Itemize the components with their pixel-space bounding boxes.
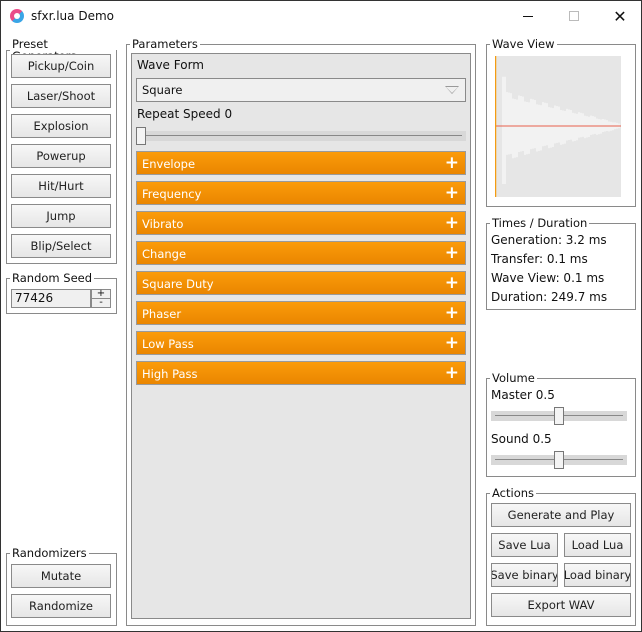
preset-laser-shoot-button[interactable]: Laser/Shoot: [11, 84, 111, 108]
wave-view-canvas: [495, 56, 621, 197]
chevron-down-icon: [445, 86, 459, 94]
preset-explosion-button[interactable]: Explosion: [11, 114, 111, 138]
parameters-legend: Parameters: [132, 37, 198, 51]
save-binary-button[interactable]: Save binary: [491, 563, 558, 587]
maximize-button[interactable]: [551, 1, 597, 31]
export-wav-button[interactable]: Export WAV: [491, 593, 631, 617]
expand-plus-icon: +: [444, 183, 459, 203]
minimize-button[interactable]: [505, 1, 551, 31]
load-binary-button[interactable]: Load binary: [564, 563, 631, 587]
slider-thumb[interactable]: [554, 451, 564, 469]
expand-plus-icon: +: [444, 213, 459, 233]
section-label: High Pass: [142, 367, 198, 381]
random-seed-input[interactable]: 77426: [11, 289, 91, 308]
wave-view-legend: Wave View: [492, 37, 555, 51]
slider-line: [140, 135, 462, 136]
times-legend: Times / Duration: [492, 216, 588, 230]
section-label: Frequency: [142, 187, 202, 201]
expand-plus-icon: +: [444, 333, 459, 353]
duration-time: Duration: 249.7 ms: [491, 290, 608, 304]
repeat-speed-slider[interactable]: [136, 127, 466, 145]
wave-form-value: Square: [142, 83, 183, 97]
section-label: Change: [142, 247, 187, 261]
random-seed-legend: Random Seed: [12, 271, 93, 285]
section-low-pass[interactable]: Low Pass +: [136, 331, 466, 355]
expand-plus-icon: +: [444, 273, 459, 293]
close-button[interactable]: ✕: [597, 1, 642, 31]
sound-volume-label: Sound 0.5: [491, 432, 552, 446]
section-label: Low Pass: [142, 337, 194, 351]
preset-powerup-button[interactable]: Powerup: [11, 144, 111, 168]
preset-blip-select-button[interactable]: Blip/Select: [11, 234, 111, 258]
save-lua-button[interactable]: Save Lua: [491, 533, 558, 557]
maximize-icon: [569, 11, 579, 21]
transfer-time: Transfer: 0.1 ms: [491, 252, 588, 266]
preset-jump-button[interactable]: Jump: [11, 204, 111, 228]
generation-time: Generation: 3.2 ms: [491, 233, 607, 247]
actions-legend: Actions: [492, 486, 535, 500]
master-volume-label: Master 0.5: [491, 388, 555, 402]
repeat-speed-label: Repeat Speed 0: [137, 107, 233, 121]
close-icon: ✕: [613, 6, 627, 26]
seed-decrement-button[interactable]: -: [91, 298, 111, 308]
wave-form-select[interactable]: Square: [136, 78, 466, 102]
window-title: sfxr.lua Demo: [31, 9, 114, 23]
section-label: Envelope: [142, 157, 196, 171]
randomizers-legend: Randomizers: [12, 546, 87, 560]
expand-plus-icon: +: [444, 363, 459, 383]
generate-and-play-button[interactable]: Generate and Play: [491, 503, 631, 527]
load-lua-button[interactable]: Load Lua: [564, 533, 631, 557]
section-vibrato[interactable]: Vibrato +: [136, 211, 466, 235]
app-heart-icon: [10, 9, 24, 23]
sound-volume-slider[interactable]: [491, 451, 627, 469]
randomize-button[interactable]: Randomize: [11, 594, 111, 618]
mutate-button[interactable]: Mutate: [11, 564, 111, 588]
section-envelope[interactable]: Envelope +: [136, 151, 466, 175]
volume-legend: Volume: [492, 371, 535, 385]
section-label: Vibrato: [142, 217, 184, 231]
section-frequency[interactable]: Frequency +: [136, 181, 466, 205]
minimize-icon: [523, 15, 533, 17]
title-bar: sfxr.lua Demo ✕: [1, 1, 641, 31]
section-square-duty[interactable]: Square Duty +: [136, 271, 466, 295]
slider-thumb[interactable]: [554, 407, 564, 425]
section-high-pass[interactable]: High Pass +: [136, 361, 466, 385]
expand-plus-icon: +: [444, 303, 459, 323]
wave-form-label: Wave Form: [137, 58, 204, 72]
preset-pickup-coin-button[interactable]: Pickup/Coin: [11, 54, 111, 78]
wave-view-time: Wave View: 0.1 ms: [491, 271, 605, 285]
section-label: Phaser: [142, 307, 182, 321]
expand-plus-icon: +: [444, 153, 459, 173]
slider-track: [136, 131, 466, 141]
section-label: Square Duty: [142, 277, 214, 291]
master-volume-slider[interactable]: [491, 407, 627, 425]
section-phaser[interactable]: Phaser +: [136, 301, 466, 325]
section-change[interactable]: Change +: [136, 241, 466, 265]
expand-plus-icon: +: [444, 243, 459, 263]
preset-hit-hurt-button[interactable]: Hit/Hurt: [11, 174, 111, 198]
slider-thumb[interactable]: [136, 127, 146, 145]
